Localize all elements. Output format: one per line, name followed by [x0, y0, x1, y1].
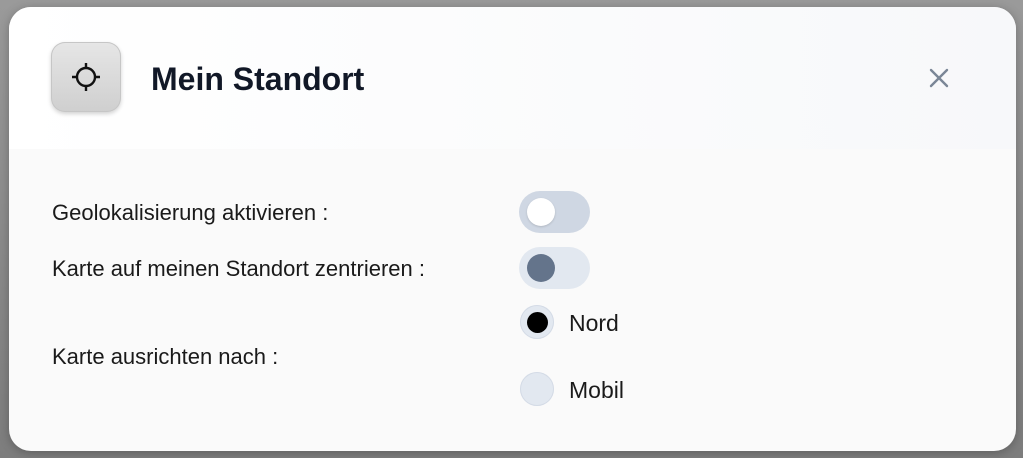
dialog-title: Mein Standort — [151, 61, 365, 97]
radio-north[interactable] — [520, 305, 554, 339]
geolocation-toggle[interactable] — [519, 191, 590, 233]
location-dialog: Mein Standort Geolokalisierung aktiviere… — [9, 7, 1016, 451]
close-button[interactable] — [923, 62, 955, 94]
toggle-knob — [527, 198, 555, 226]
radio-north-label[interactable]: Nord — [569, 308, 619, 338]
radio-mobile[interactable] — [520, 372, 554, 406]
close-icon — [929, 68, 949, 88]
center-map-label: Karte auf meinen Standort zentrieren : — [52, 256, 425, 281]
radio-mobile-label[interactable]: Mobil — [569, 375, 624, 405]
toggle-knob — [527, 254, 555, 282]
radio-selected-dot — [526, 311, 548, 333]
header-icon-box — [51, 42, 121, 112]
dialog-header: Mein Standort — [9, 7, 1016, 149]
geolocation-label: Geolokalisierung aktivieren : — [52, 200, 329, 225]
center-map-toggle[interactable] — [519, 247, 590, 289]
orientation-label: Karte ausrichten nach : — [52, 344, 279, 369]
crosshair-icon — [71, 62, 101, 92]
